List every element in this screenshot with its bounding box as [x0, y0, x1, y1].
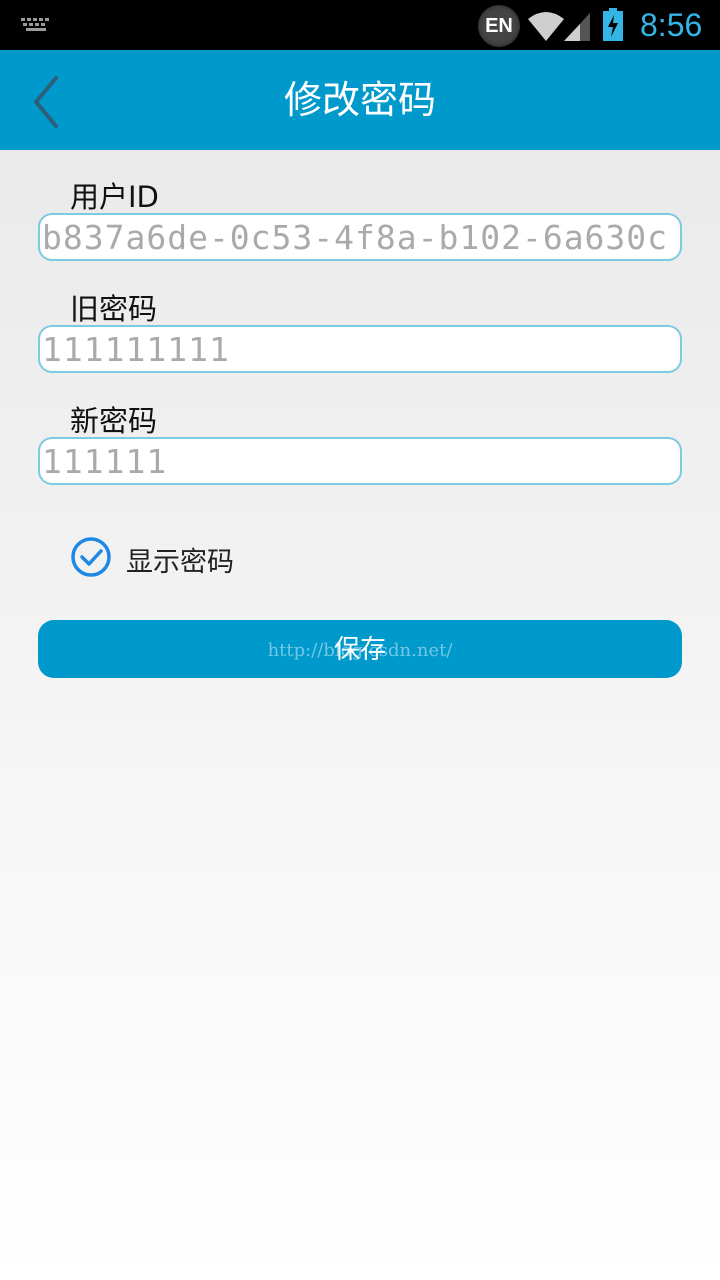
- user-id-label: 用户ID: [70, 180, 159, 214]
- user-id-field[interactable]: b837a6de-0c53-4f8a-b102-6a630c: [38, 213, 682, 261]
- user-id-value: b837a6de-0c53-4f8a-b102-6a630c: [42, 218, 669, 257]
- status-bar: EN 8:56: [0, 0, 720, 50]
- chevron-left-icon: [34, 76, 58, 128]
- app-bar: 修改密码: [0, 50, 720, 150]
- battery-charging-icon: [603, 8, 623, 41]
- old-password-field[interactable]: 111111111: [38, 325, 682, 373]
- input-method-badge: EN: [478, 5, 520, 47]
- keyboard-icon: [21, 18, 49, 31]
- checkbox-checked-icon: [71, 537, 111, 577]
- page-title: 修改密码: [283, 78, 436, 122]
- old-password-label: 旧密码: [70, 292, 158, 326]
- old-password-value: 111111111: [42, 330, 230, 369]
- status-time: 8:56: [640, 7, 703, 43]
- show-password-label: 显示密码: [126, 547, 234, 578]
- save-button-label: 保存: [333, 635, 386, 665]
- signal-icon: [564, 13, 590, 41]
- save-button[interactable]: http://blog.csdn.net/ 保存: [38, 620, 682, 678]
- form-container: 用户ID b837a6de-0c53-4f8a-b102-6a630c 旧密码 …: [0, 150, 720, 1280]
- wifi-icon: [528, 12, 564, 41]
- new-password-value: 111111: [42, 442, 168, 481]
- back-button[interactable]: [22, 72, 72, 132]
- new-password-field[interactable]: 111111: [38, 437, 682, 485]
- new-password-label: 新密码: [70, 404, 158, 438]
